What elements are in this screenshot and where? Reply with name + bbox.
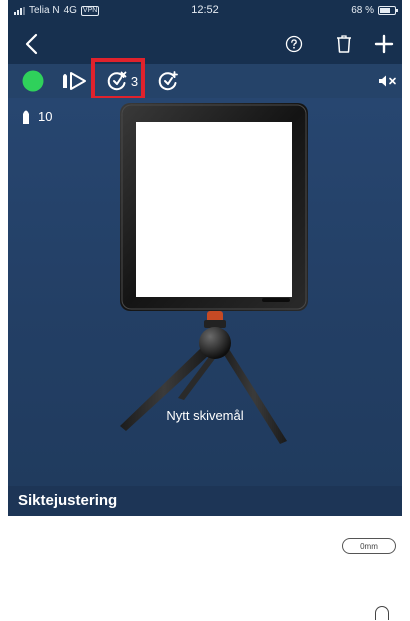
status-right: 68 % <box>351 5 398 16</box>
adjustment-value-pill[interactable]: 0mm <box>342 538 396 554</box>
target-toolbar: 3 <box>8 64 402 98</box>
help-button[interactable] <box>280 30 308 58</box>
chevron-left-icon <box>25 33 38 55</box>
adjustment-value: 0mm <box>360 541 378 551</box>
trash-icon <box>337 35 351 53</box>
target-label[interactable]: Nytt skivemål <box>8 408 402 423</box>
status-indicator[interactable] <box>22 70 44 92</box>
delete-button[interactable] <box>330 30 358 58</box>
app-screen: Telia N 4G VPN 12:52 68 % 3 10 Nytt skiv… <box>8 0 410 621</box>
green-dot-icon <box>22 70 44 92</box>
adjustment-panel: 0mm <box>8 516 410 621</box>
target-stand-illustration <box>120 103 308 444</box>
battery-percent: 68 % <box>351 5 374 16</box>
question-circle-icon <box>285 35 303 53</box>
tripod-leg-right <box>221 349 287 444</box>
sight-adjustment-header[interactable]: Siktejustering <box>8 486 402 516</box>
dial-arc-icon[interactable] <box>375 606 389 620</box>
target-plus-icon <box>158 71 178 91</box>
speaker-muted-icon <box>379 75 396 87</box>
shoot-mode-button[interactable] <box>60 70 90 92</box>
bullet-play-icon <box>63 72 86 90</box>
clock: 12:52 <box>191 4 219 16</box>
mute-button[interactable] <box>378 73 398 89</box>
tripod-ball <box>199 327 231 359</box>
shot-counter-highlight <box>91 58 145 100</box>
status-bar: Telia N 4G VPN 12:52 68 % <box>8 0 402 22</box>
nav-bar <box>8 22 402 64</box>
add-button[interactable] <box>370 30 398 58</box>
back-button[interactable] <box>18 30 46 58</box>
plus-icon <box>374 34 394 54</box>
target-add-button[interactable] <box>156 70 180 92</box>
battery-icon <box>378 6 398 15</box>
target-canvas[interactable]: 10 Nytt skivemål <box>8 98 402 486</box>
target-paper <box>136 122 292 297</box>
section-title: Siktejustering <box>18 492 118 509</box>
